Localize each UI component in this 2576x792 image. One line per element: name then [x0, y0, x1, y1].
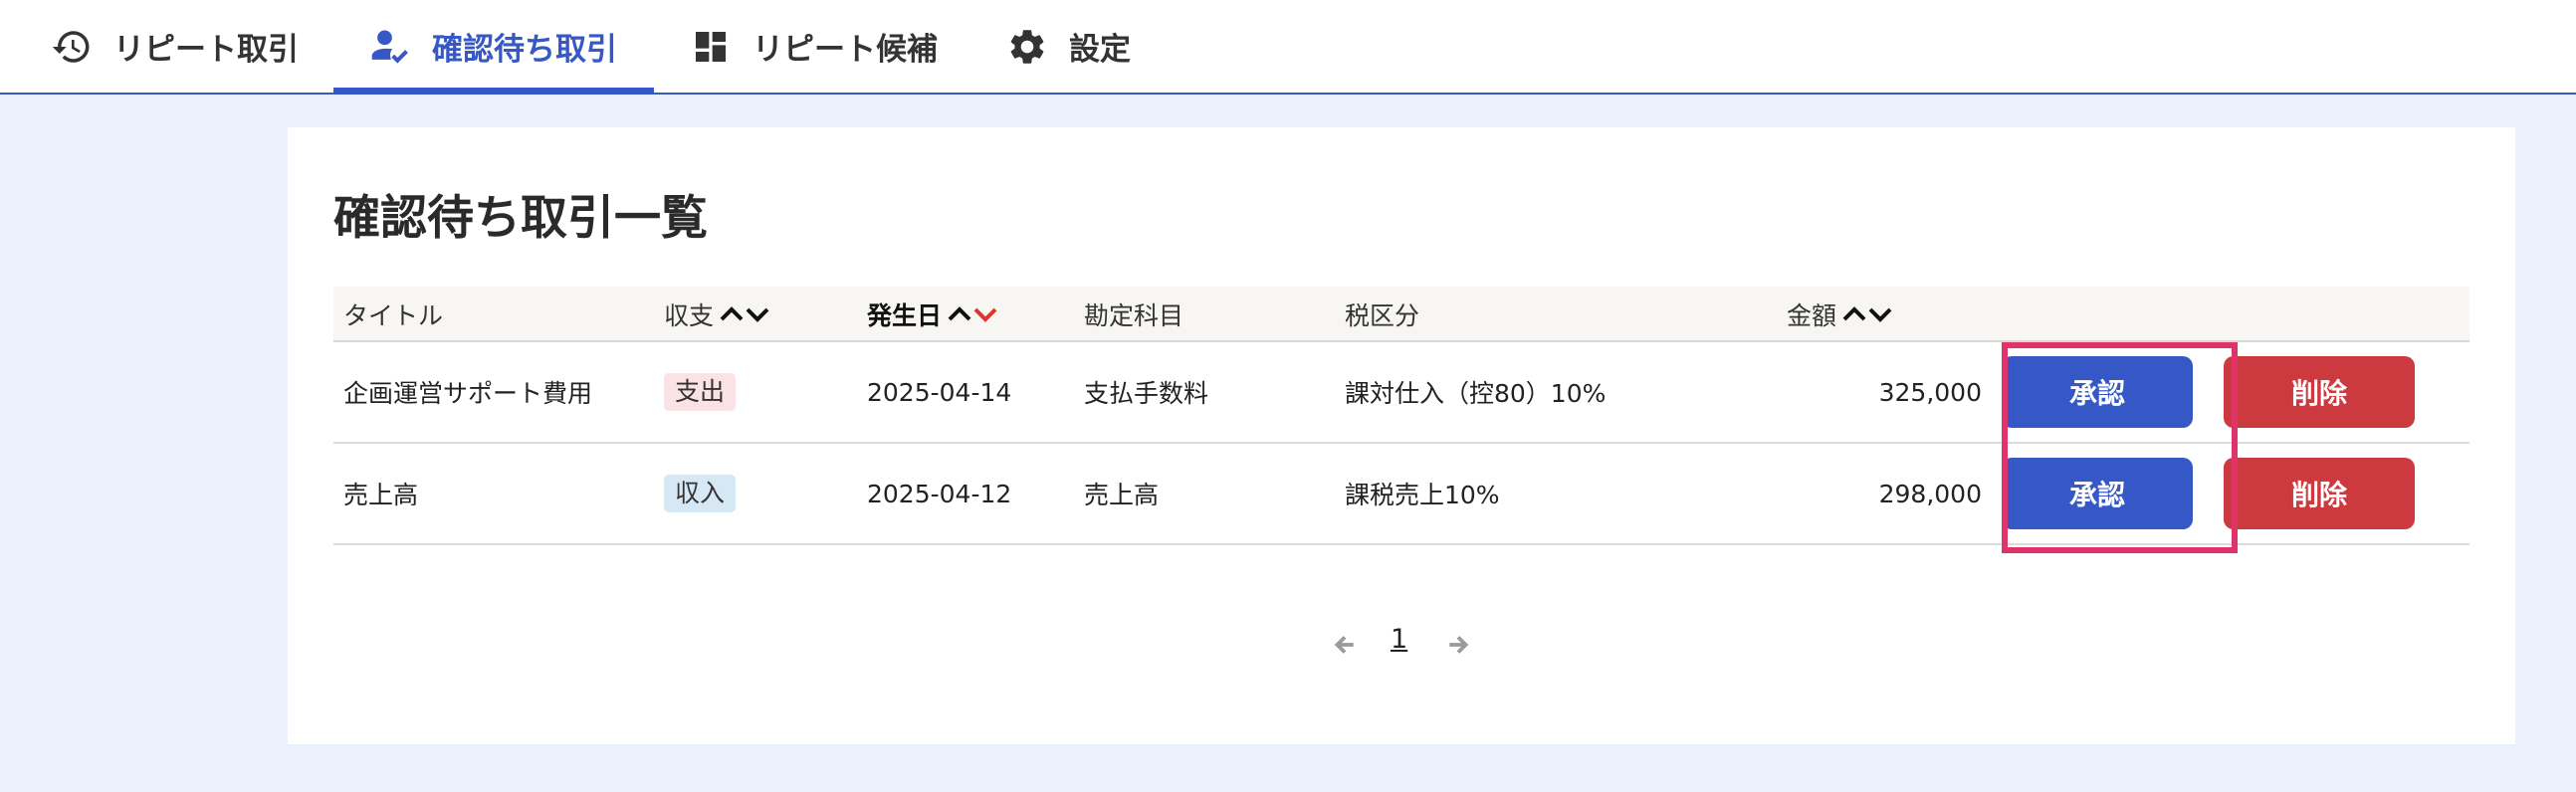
- pagination: 1: [288, 620, 2515, 670]
- user-check-icon: [368, 25, 412, 69]
- column-title: タイトル: [343, 301, 444, 330]
- column-account: 勘定科目: [1084, 301, 1184, 330]
- column-tax: 税区分: [1345, 301, 1420, 330]
- tab-label: 設定: [1069, 32, 1131, 68]
- tab-label: 確認待ち取引: [432, 32, 617, 68]
- tab-repeat-transactions[interactable]: リピート取引: [50, 0, 299, 93]
- sort-toggle-icon[interactable]: [948, 304, 999, 324]
- cell-type: 支出: [664, 342, 737, 442]
- sort-toggle-icon[interactable]: [1842, 304, 1894, 324]
- cell-date: 2025-04-14: [867, 377, 1012, 407]
- page-title: 確認待ち取引一覧: [333, 191, 708, 246]
- next-page-icon[interactable]: [1441, 628, 1475, 662]
- table-row: 売上高 収入 2025-04-12 売上高 課税売上10% 298,000 承認…: [333, 444, 2469, 545]
- cell-title: 企画運営サポート費用: [343, 379, 593, 408]
- tab-label: リピート取引: [113, 32, 299, 68]
- content-card: 確認待ち取引一覧 タイトル 収支 発生日 勘定科目 税区分 金額 企画運営サポー…: [288, 127, 2515, 744]
- delete-button[interactable]: 削除: [2224, 356, 2415, 428]
- approve-button[interactable]: 承認: [2002, 458, 2193, 529]
- dashboard-icon: [689, 25, 733, 69]
- cell-amount: 298,000: [1878, 479, 1982, 508]
- cell-account: 支払手数料: [1084, 379, 1209, 408]
- tab-label: リピート候補: [752, 32, 938, 68]
- cell-date: 2025-04-12: [867, 479, 1012, 508]
- tab-repeat-candidates[interactable]: リピート候補: [689, 0, 938, 93]
- expense-badge: 支出: [664, 373, 737, 411]
- delete-button[interactable]: 削除: [2224, 458, 2415, 529]
- cell-type: 収入: [664, 444, 737, 543]
- table-header: タイトル 収支 発生日 勘定科目 税区分 金額: [333, 287, 2469, 342]
- previous-page-icon[interactable]: [1328, 628, 1362, 662]
- tab-pending-transactions[interactable]: 確認待ち取引: [333, 0, 654, 95]
- table-row: 企画運営サポート費用 支出 2025-04-14 支払手数料 課対仕入（控80）…: [333, 342, 2469, 444]
- gear-icon: [1005, 25, 1049, 69]
- tab-bar: リピート取引 確認待ち取引 リピート候補 設定: [0, 0, 2576, 95]
- cell-title: 売上高: [343, 481, 419, 509]
- column-type: 収支: [664, 287, 771, 342]
- history-icon: [50, 25, 94, 69]
- page-number[interactable]: 1: [1391, 624, 1407, 655]
- cell-tax: 課税売上10%: [1345, 481, 1500, 509]
- cell-amount: 325,000: [1878, 377, 1982, 407]
- cell-account: 売上高: [1084, 481, 1160, 509]
- column-amount: 金額: [1787, 287, 1894, 342]
- cell-tax: 課対仕入（控80）10%: [1345, 379, 1607, 408]
- income-badge: 収入: [664, 475, 737, 512]
- sort-toggle-icon[interactable]: [720, 304, 771, 324]
- tab-settings[interactable]: 設定: [1005, 0, 1131, 93]
- column-date: 発生日: [867, 287, 999, 342]
- approve-button[interactable]: 承認: [2002, 356, 2193, 428]
